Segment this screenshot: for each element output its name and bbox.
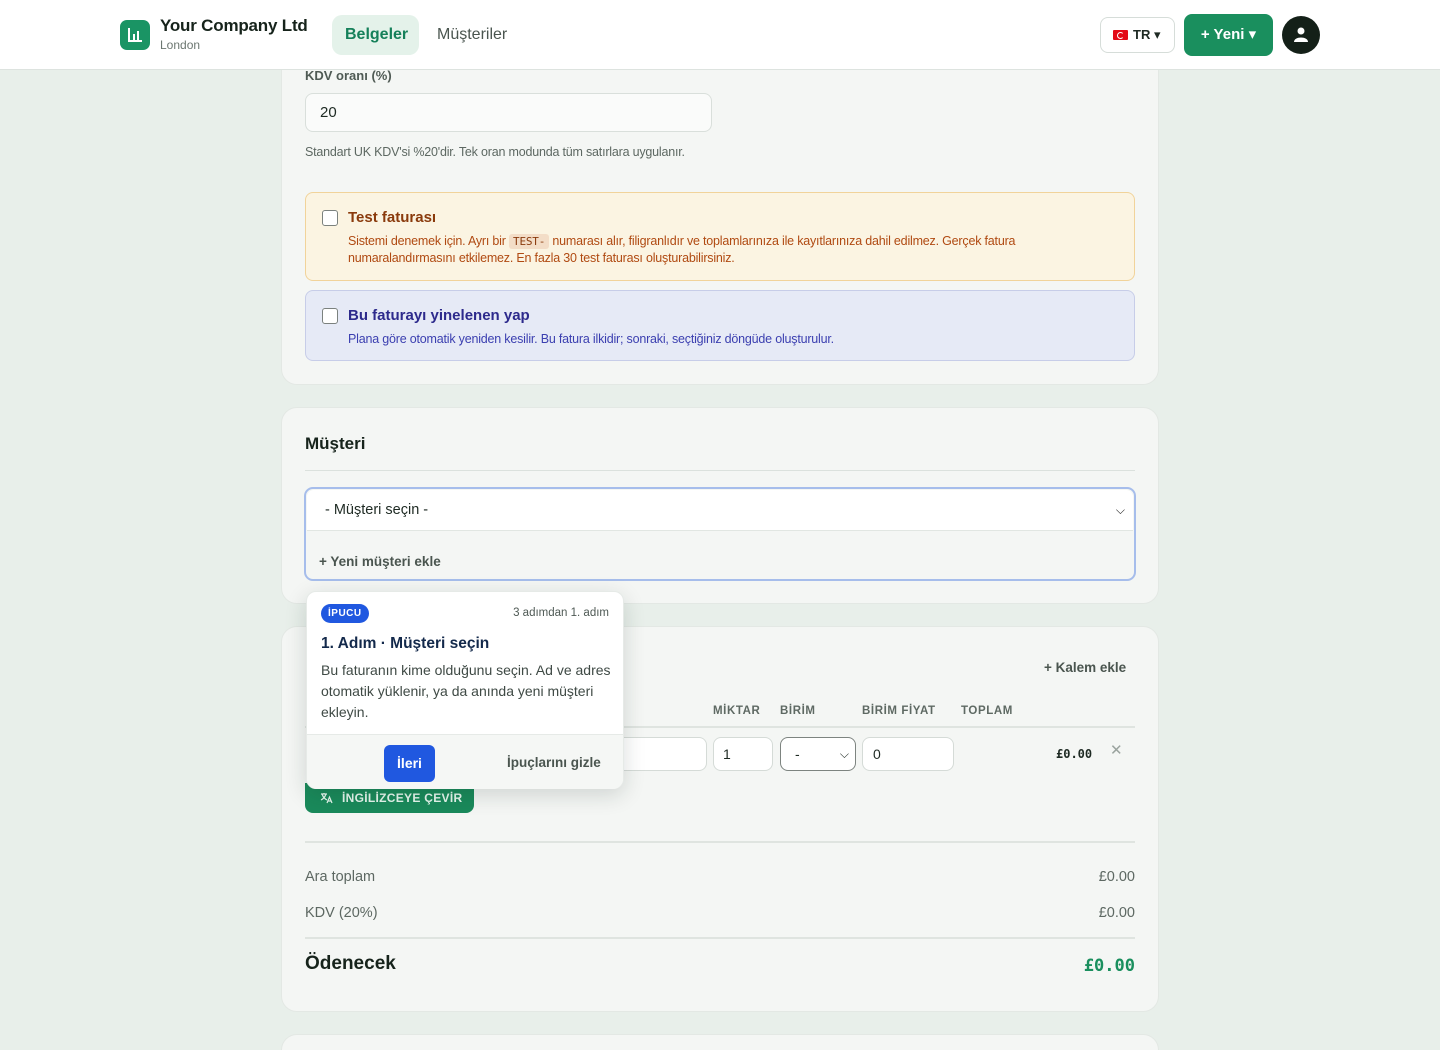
tip-step-counter: 3 adımdan 1. adım bbox=[513, 607, 609, 619]
recurring-checkbox[interactable] bbox=[322, 308, 338, 324]
tip-next-button[interactable]: İleri bbox=[384, 745, 435, 782]
customer-select-group: - Müşteri seçin - ⌵ + Yeni müşteri ekle bbox=[304, 487, 1136, 581]
vat-rate-label: KDV oranı (%) bbox=[305, 68, 392, 83]
vat-rate-input[interactable]: 20 bbox=[305, 93, 712, 132]
tip-footer: İleri İpuçlarını gizle bbox=[307, 734, 623, 789]
customer-select-value: - Müşteri seçin - bbox=[325, 502, 429, 518]
column-header-unit: BİRİM bbox=[780, 705, 816, 717]
vat-rate-help: Standart UK KDV'si %20'dir. Tek oran mod… bbox=[305, 145, 685, 159]
chevron-down-icon: ⌵ bbox=[1115, 503, 1125, 517]
item-description-input[interactable] bbox=[620, 737, 707, 771]
new-document-button[interactable]: + Yeni ▾ bbox=[1184, 14, 1273, 56]
customer-section-title: Müşteri bbox=[305, 434, 366, 453]
tab-documents[interactable]: Belgeler bbox=[332, 15, 419, 55]
add-customer-link[interactable]: + Yeni müşteri ekle bbox=[319, 554, 441, 569]
user-avatar[interactable] bbox=[1282, 16, 1320, 54]
amount-due-value: £0.00 bbox=[1083, 956, 1135, 976]
tab-customers[interactable]: Müşteriler bbox=[424, 15, 520, 55]
subtotal-value: £0.00 bbox=[1098, 869, 1135, 885]
column-header-unit-price: BİRİM FİYAT bbox=[862, 705, 936, 717]
chevron-down-icon: ⌵ bbox=[839, 747, 849, 761]
onboarding-tip-popover: İPUCU 3 adımdan 1. adım 1. Adım · Müşter… bbox=[306, 591, 624, 789]
hide-tips-button[interactable]: İpuçlarını gizle bbox=[507, 755, 601, 770]
vat-label: KDV (20%) bbox=[305, 905, 378, 921]
tip-title: 1. Adım · Müşteri seçin bbox=[321, 635, 490, 652]
language-label: TR ▾ bbox=[1133, 27, 1161, 42]
test-invoice-desc-before: Sistemi denemek için. Ayrı bir bbox=[348, 234, 506, 248]
translate-button-label: İNGİLİZCEYE ÇEVİR bbox=[342, 791, 463, 805]
customer-select[interactable]: - Müşteri seçin - ⌵ bbox=[307, 490, 1133, 531]
company-city: London bbox=[160, 38, 201, 52]
test-prefix-code: TEST- bbox=[509, 234, 550, 249]
tip-badge: İPUCU bbox=[321, 604, 369, 623]
item-unit-value: - bbox=[795, 746, 800, 762]
user-icon bbox=[1294, 27, 1308, 42]
recurring-description: Plana göre otomatik yeniden kesilir. Bu … bbox=[348, 332, 834, 346]
item-unit-select[interactable]: - ⌵ bbox=[780, 737, 856, 771]
vat-value: £0.00 bbox=[1098, 905, 1135, 921]
remove-item-icon[interactable]: ✕ bbox=[1110, 741, 1123, 759]
recurring-option: Bu faturayı yinelenen yap Plana göre oto… bbox=[305, 290, 1135, 361]
amount-due-label: Ödenecek bbox=[305, 953, 396, 974]
divider bbox=[305, 937, 1135, 939]
divider bbox=[305, 841, 1135, 843]
test-invoice-checkbox[interactable] bbox=[322, 210, 338, 226]
column-header-total: TOPLAM bbox=[961, 705, 1013, 717]
subtotal-label: Ara toplam bbox=[305, 869, 376, 885]
tip-body: Bu faturanın kime olduğunu seçin. Ad ve … bbox=[321, 662, 611, 720]
test-invoice-title: Test faturası bbox=[348, 209, 437, 226]
top-bar: Your Company Ltd London Belgeler Müşteri… bbox=[0, 0, 1440, 70]
add-item-button[interactable]: + Kalem ekle bbox=[1044, 660, 1126, 675]
recurring-title: Bu faturayı yinelenen yap bbox=[348, 307, 530, 324]
item-row-total: £0.00 bbox=[1056, 747, 1093, 761]
item-price-input[interactable]: 0 bbox=[862, 737, 954, 771]
company-logo-icon[interactable] bbox=[120, 20, 150, 50]
turkey-flag-icon bbox=[1113, 30, 1128, 40]
test-invoice-option: Test faturası Sistemi denemek için. Ayrı… bbox=[305, 192, 1135, 281]
test-invoice-description: Sistemi denemek için. Ayrı bir TEST- num… bbox=[348, 233, 1118, 267]
item-quantity-input[interactable]: 1 bbox=[713, 737, 773, 771]
column-header-quantity: MİKTAR bbox=[713, 705, 761, 717]
divider bbox=[305, 470, 1135, 471]
next-section-card bbox=[281, 1034, 1159, 1050]
language-selector[interactable]: TR ▾ bbox=[1100, 17, 1175, 53]
translate-icon bbox=[320, 793, 333, 804]
company-name: Your Company Ltd bbox=[160, 16, 308, 35]
